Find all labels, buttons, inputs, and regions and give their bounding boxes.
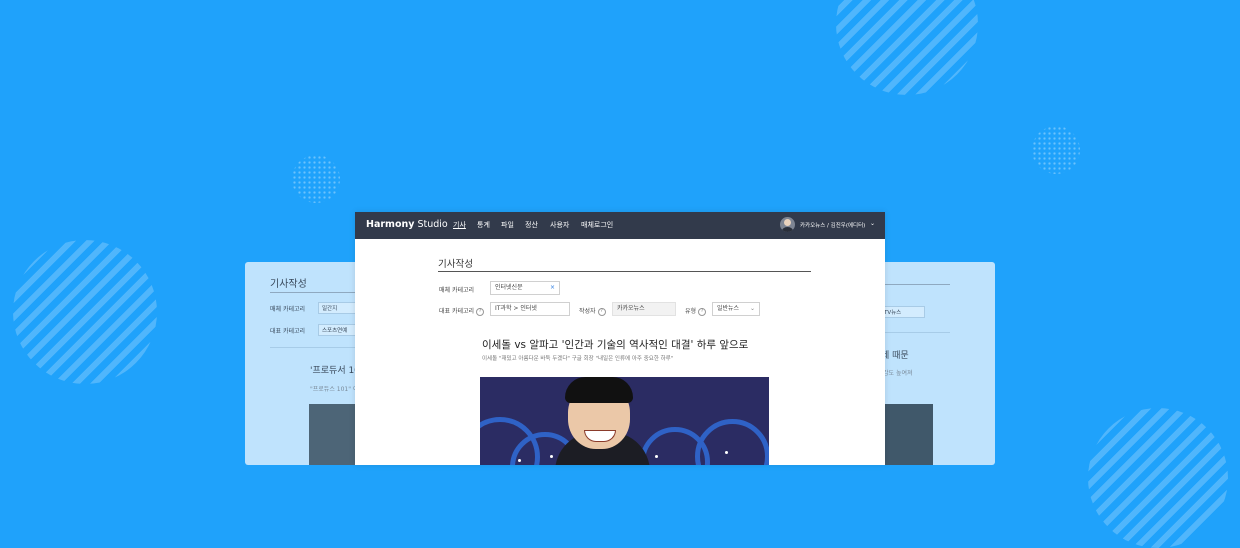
media-category-field[interactable]: 인터넷신문 × bbox=[490, 281, 560, 295]
author-label-text: 작성자 bbox=[579, 308, 596, 315]
type-select[interactable]: 일반뉴스 ⌄ bbox=[712, 302, 760, 316]
main-category-field[interactable]: IT과학 > 인터넷 bbox=[490, 302, 570, 316]
left-card-title: 기사작성 bbox=[270, 279, 307, 290]
right-card-field: TV뉴스 bbox=[880, 306, 925, 318]
nav-item-users[interactable]: 사용자 bbox=[550, 220, 569, 230]
nav-item-stats[interactable]: 통계 bbox=[477, 220, 490, 230]
left-card-article-title: '프로듀서 10 bbox=[310, 366, 360, 376]
right-card-article-sub: 갑도 높여져 bbox=[883, 370, 913, 377]
title-divider bbox=[438, 271, 811, 272]
nav-item-media-login[interactable]: 매체로그인 bbox=[581, 220, 613, 230]
help-icon[interactable]: ? bbox=[476, 307, 485, 316]
top-navigation-bar: Harmony Studio 기사 통계 파일 정산 사용자 매체로그인 카카오… bbox=[355, 212, 885, 239]
left-card-row1-label: 매체 카테고리 bbox=[270, 306, 306, 313]
decorative-circle-bottom-right bbox=[1088, 408, 1228, 548]
decorative-circle-top-right bbox=[836, 0, 978, 95]
main-category-label: 대표 카테고리? bbox=[439, 306, 485, 316]
nav-item-files[interactable]: 파일 bbox=[501, 220, 514, 230]
help-icon[interactable]: ? bbox=[597, 307, 606, 316]
main-window: Harmony Studio 기사 통계 파일 정산 사용자 매체로그인 카카오… bbox=[355, 212, 885, 465]
media-category-label: 매체 카테고리 bbox=[439, 287, 475, 294]
page-title: 기사작성 bbox=[438, 259, 473, 270]
left-card-row2-label: 대표 카테고리 bbox=[270, 328, 306, 335]
article-title[interactable]: 이세돌 vs 알파고 '인간과 기술의 역사적인 대결' 하루 앞으로 bbox=[482, 337, 748, 352]
user-menu-chevron-icon[interactable]: ⌄ bbox=[870, 220, 875, 227]
decorative-dot-circle-left bbox=[292, 155, 340, 203]
brand-logo[interactable]: Harmony Studio bbox=[366, 219, 448, 230]
left-card-article-sub: "프로듀스 101" 이 bbox=[310, 386, 359, 393]
type-label: 유형? bbox=[685, 306, 707, 316]
author-label: 작성자? bbox=[579, 306, 606, 316]
main-category-label-text: 대표 카테고리 bbox=[439, 308, 475, 315]
nav-item-settlement[interactable]: 정산 bbox=[525, 220, 538, 230]
brand-name-rest: Studio bbox=[417, 219, 448, 230]
right-card-photo bbox=[885, 404, 933, 465]
nav-item-article[interactable]: 기사 bbox=[453, 220, 466, 230]
help-icon[interactable]: ? bbox=[698, 307, 707, 316]
type-select-value: 일반뉴스 bbox=[717, 305, 740, 312]
chevron-down-icon[interactable]: ⌄ bbox=[750, 303, 755, 315]
right-card-thin-divider bbox=[885, 332, 950, 333]
right-card-divider bbox=[885, 284, 950, 285]
author-field: 카카오뉴스 bbox=[612, 302, 676, 316]
brand-name-bold: Harmony bbox=[366, 219, 415, 230]
right-card-article-title: 제 때문 bbox=[881, 351, 909, 361]
clear-icon[interactable]: × bbox=[550, 282, 555, 294]
decorative-circle-left bbox=[13, 240, 157, 384]
user-avatar[interactable] bbox=[780, 217, 795, 232]
article-photo bbox=[480, 377, 769, 465]
media-category-value: 인터넷신문 bbox=[495, 284, 523, 291]
user-name[interactable]: 카카오뉴스 / 김진우(에디터) bbox=[800, 221, 865, 229]
article-subtitle[interactable]: 이세돌 "재밌고 아름다운 바둑 두겠다" 구글 회장 "내일은 인류에 아주 … bbox=[482, 354, 673, 362]
decorative-dot-circle-right bbox=[1032, 126, 1080, 174]
type-label-text: 유형 bbox=[685, 308, 697, 315]
